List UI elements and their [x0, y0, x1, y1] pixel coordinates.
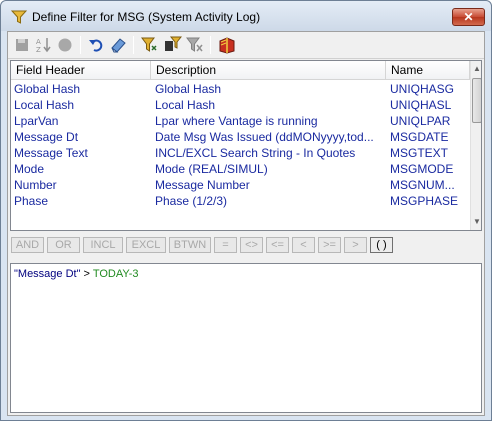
cell-name: UNIQHASL	[390, 98, 452, 112]
cell-field-header: Message Dt	[14, 130, 79, 144]
grid-header: Field Header Description Name	[11, 61, 470, 80]
table-row[interactable]: Phase Phase (1/2/3) MSGPHASE	[11, 193, 470, 209]
greater-equal-button[interactable]: >=	[318, 237, 341, 253]
column-header-description[interactable]: Description	[151, 61, 386, 80]
scroll-down-icon[interactable]: ▼	[471, 214, 481, 230]
not-equal-button[interactable]: <>	[240, 237, 263, 253]
btwn-button[interactable]: BTWN	[169, 237, 211, 253]
filter-apply-icon[interactable]	[164, 36, 182, 54]
cell-field-header: Number	[14, 178, 57, 192]
expression-value: TODAY-3	[92, 268, 139, 280]
expression-line: "Message Dt" > TODAY-3	[14, 268, 139, 280]
eraser-icon[interactable]	[109, 36, 127, 54]
cell-description: Lpar where Vantage is running	[155, 114, 318, 128]
table-row[interactable]: Message Dt Date Msg Was Issued (ddMONyyy…	[11, 129, 470, 145]
cell-name: UNIQLPAR	[390, 114, 451, 128]
cell-field-header: Global Hash	[14, 82, 81, 96]
toolbar: A Z	[8, 32, 484, 59]
toolbar-separator	[133, 36, 134, 54]
greater-than-button[interactable]: >	[344, 237, 367, 253]
filter-icon[interactable]	[141, 36, 159, 54]
cell-description: INCL/EXCL Search String - In Quotes	[155, 146, 356, 160]
table-row[interactable]: Global Hash Global Hash UNIQHASG	[11, 81, 470, 97]
toolbar-separator	[80, 36, 81, 54]
window-title: Define Filter for MSG (System Activity L…	[32, 10, 261, 24]
cell-name: MSGTEXT	[390, 146, 449, 160]
or-button[interactable]: OR	[47, 237, 80, 253]
toolbar-separator	[210, 36, 211, 54]
cell-description: Local Hash	[155, 98, 216, 112]
field-grid[interactable]: Field Header Description Name Global Has…	[10, 60, 482, 231]
close-button[interactable]: ✕	[452, 8, 485, 26]
cell-name: MSGNUM...	[390, 178, 455, 192]
cell-field-header: Message Text	[14, 146, 88, 160]
table-row[interactable]: Local Hash Local Hash UNIQHASL	[11, 97, 470, 113]
operator-bar: AND OR INCL EXCL BTWN = <> <= < >= > ( )	[8, 233, 484, 258]
expression-operator: >	[80, 268, 93, 280]
cell-field-header: Local Hash	[14, 98, 75, 112]
cell-name: MSGDATE	[390, 130, 449, 144]
title-bar[interactable]: Define Filter for MSG (System Activity L…	[1, 1, 491, 31]
column-header-field-header[interactable]: Field Header	[11, 61, 151, 80]
incl-button[interactable]: INCL	[83, 237, 123, 253]
cell-field-header: Phase	[14, 194, 49, 208]
cell-name: UNIQHASG	[390, 82, 455, 96]
svg-text:A: A	[36, 38, 41, 46]
equals-button[interactable]: =	[214, 237, 237, 253]
cell-name: MSGMODE	[390, 162, 454, 176]
funnel-icon	[11, 10, 27, 24]
column-header-name[interactable]: Name	[386, 61, 470, 80]
and-button[interactable]: AND	[11, 237, 44, 253]
cell-description: Date Msg Was Issued (ddMONyyyy,tod...	[155, 130, 374, 144]
table-row[interactable]: Message Text INCL/EXCL Search String - I…	[11, 145, 470, 161]
table-row[interactable]: LparVan Lpar where Vantage is running UN…	[11, 113, 470, 129]
client-area: A Z Field Header Description Name Global…	[7, 31, 485, 416]
filter-clear-icon[interactable]	[186, 36, 204, 54]
cell-field-header: Mode	[14, 162, 45, 176]
cell-name: MSGPHASE	[390, 194, 459, 208]
table-row[interactable]: Mode Mode (REAL/SIMUL) MSGMODE	[11, 161, 470, 177]
less-equal-button[interactable]: <=	[266, 237, 289, 253]
cell-description: Message Number	[155, 178, 250, 192]
less-than-button[interactable]: <	[292, 237, 315, 253]
scroll-thumb[interactable]	[472, 78, 481, 123]
filter-window: Define Filter for MSG (System Activity L…	[0, 0, 492, 421]
expression-field: "Message Dt"	[14, 268, 81, 280]
cell-description: Global Hash	[155, 82, 222, 96]
excl-button[interactable]: EXCL	[126, 237, 166, 253]
table-row[interactable]: Number Message Number MSGNUM...	[11, 177, 470, 193]
record-icon[interactable]	[56, 36, 74, 54]
svg-text:Z: Z	[36, 46, 41, 54]
scroll-up-icon[interactable]: ▲	[471, 61, 481, 77]
cell-field-header: LparVan	[14, 114, 59, 128]
vertical-scrollbar[interactable]: ▲ ▼	[470, 61, 481, 230]
cell-description: Mode (REAL/SIMUL)	[155, 162, 268, 176]
cell-description: Phase (1/2/3)	[155, 194, 228, 208]
filter-expression-editor[interactable]: "Message Dt" > TODAY-3	[10, 263, 482, 413]
undo-icon[interactable]	[88, 36, 106, 54]
sort-az-icon[interactable]: A Z	[34, 36, 52, 54]
grid-rows: Global Hash Global Hash UNIQHASG Local H…	[11, 81, 470, 209]
parentheses-button[interactable]: ( )	[370, 237, 393, 253]
book-icon[interactable]	[218, 36, 236, 54]
save-icon[interactable]	[13, 36, 31, 54]
